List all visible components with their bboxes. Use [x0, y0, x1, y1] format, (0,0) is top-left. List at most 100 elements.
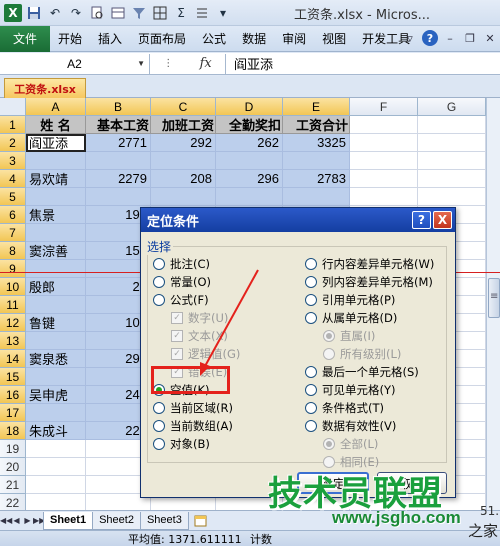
tab-file[interactable]: 文件 [0, 25, 50, 52]
cell-d4[interactable]: 296 [216, 170, 283, 188]
cell-a18[interactable]: 朱成斗 [26, 422, 86, 440]
option-constants[interactable]: 常量(O) [153, 274, 211, 290]
sheet-tab-2[interactable]: Sheet2 [92, 511, 141, 530]
radio-icon[interactable] [305, 312, 317, 324]
cell-g4[interactable] [418, 170, 486, 188]
radio-selected-icon[interactable] [323, 438, 335, 450]
option-comments[interactable]: 批注(C) [153, 256, 210, 272]
row-header-20[interactable]: 20 [0, 458, 26, 476]
cell-a12[interactable]: 鲁键 [26, 314, 86, 332]
option-validation-same[interactable]: 相同(E) [323, 454, 379, 470]
row-header-6[interactable]: 6 [0, 206, 26, 224]
column-header-b[interactable]: B [86, 98, 151, 116]
cell-a5[interactable] [26, 188, 86, 206]
row-header-8[interactable]: 8 [0, 242, 26, 260]
cell-b1[interactable]: 基本工资 [86, 116, 151, 134]
next-sheet-icon[interactable]: ▶ [22, 516, 33, 525]
cell-a14[interactable]: 窦泉悉 [26, 350, 86, 368]
radio-icon[interactable] [305, 384, 317, 396]
row-header-3[interactable]: 3 [0, 152, 26, 170]
cell-d2[interactable]: 262 [216, 134, 283, 152]
row-header-2[interactable]: 2 [0, 134, 26, 152]
minimize-icon[interactable]: – [442, 30, 458, 46]
excel-logo-icon[interactable]: X [4, 3, 22, 22]
tab-view[interactable]: 视图 [314, 26, 354, 52]
option-objects[interactable]: 对象(B) [153, 436, 210, 452]
cell-d3[interactable] [216, 152, 283, 170]
cell-f4[interactable] [350, 170, 418, 188]
cell-a15[interactable] [26, 368, 86, 386]
cell-a9[interactable] [26, 260, 86, 278]
cell-c1[interactable]: 加班工资 [151, 116, 216, 134]
option-direct-only[interactable]: 直属(I) [323, 328, 375, 344]
cell-e4[interactable]: 2783 [283, 170, 350, 188]
scrollbar-thumb[interactable] [488, 278, 500, 318]
sheet-tab-3[interactable]: Sheet3 [139, 511, 189, 530]
row-header-14[interactable]: 14 [0, 350, 26, 368]
radio-icon[interactable] [305, 294, 317, 306]
restore-icon[interactable]: ❐ [462, 30, 478, 46]
option-column-differences[interactable]: 列内容差异单元格(M) [305, 274, 433, 290]
cell-f3[interactable] [350, 152, 418, 170]
filter-icon[interactable] [130, 4, 148, 22]
undo-icon[interactable]: ↶ [46, 4, 64, 22]
radio-icon[interactable] [153, 438, 165, 450]
border-icon[interactable] [151, 4, 169, 22]
cell-f2[interactable] [350, 134, 418, 152]
checkbox-checked-icon[interactable]: ✓ [171, 366, 183, 378]
cell-g1[interactable] [418, 116, 486, 134]
save-icon[interactable] [25, 4, 43, 22]
row-header-13[interactable]: 13 [0, 332, 26, 350]
insert-function-button[interactable]: fx [200, 56, 212, 71]
format-icon[interactable] [109, 4, 127, 22]
cell-a6[interactable]: 焦景 [26, 206, 86, 224]
option-text[interactable]: ✓ 文本(X) [171, 328, 228, 344]
cell-a20[interactable] [26, 458, 86, 476]
option-conditional-formats[interactable]: 条件格式(T) [305, 400, 384, 416]
option-blanks[interactable]: 空值(K) [153, 382, 210, 398]
cell-a3[interactable] [26, 152, 86, 170]
vertical-scrollbar[interactable] [486, 98, 500, 510]
radio-icon[interactable] [305, 420, 317, 432]
redo-icon[interactable]: ↷ [67, 4, 85, 22]
cell-e1[interactable]: 工资合计 [283, 116, 350, 134]
tab-home[interactable]: 开始 [50, 26, 90, 52]
radio-icon[interactable] [153, 276, 165, 288]
close-icon[interactable]: ✕ [482, 30, 498, 46]
name-box[interactable]: A2 ▼ [0, 53, 150, 74]
dialog-close-button[interactable]: X [433, 211, 452, 229]
radio-icon[interactable] [305, 366, 317, 378]
radio-icon[interactable] [323, 348, 335, 360]
checkbox-checked-icon[interactable]: ✓ [171, 330, 183, 342]
radio-selected-icon[interactable] [153, 384, 165, 396]
option-precedents[interactable]: 引用单元格(P) [305, 292, 395, 308]
cell-a1[interactable]: 姓 名 [26, 116, 86, 134]
more-icon[interactable]: ▾ [214, 4, 232, 22]
cell-e2[interactable]: 3325 [283, 134, 350, 152]
cell-b2[interactable]: 2771 [86, 134, 151, 152]
radio-icon[interactable] [153, 294, 165, 306]
option-row-differences[interactable]: 行内容差异单元格(W) [305, 256, 434, 272]
cell-a7[interactable] [26, 224, 86, 242]
cell-b5[interactable] [86, 188, 151, 206]
row-header-17[interactable]: 17 [0, 404, 26, 422]
row-header-7[interactable]: 7 [0, 224, 26, 242]
cell-d5[interactable] [216, 188, 283, 206]
cell-a16[interactable]: 吴申虎 [26, 386, 86, 404]
first-sheet-icon[interactable]: ◀◀ [0, 516, 12, 525]
tab-formulas[interactable]: 公式 [194, 26, 234, 52]
cell-c5[interactable] [151, 188, 216, 206]
cell-a21[interactable] [26, 476, 86, 494]
cell-b4[interactable]: 2279 [86, 170, 151, 188]
radio-icon[interactable] [153, 402, 165, 414]
cell-c3[interactable] [151, 152, 216, 170]
radio-selected-icon[interactable] [323, 330, 335, 342]
row-header-22[interactable]: 22 [0, 494, 26, 510]
option-validation-all[interactable]: 全部(L) [323, 436, 378, 452]
tab-insert[interactable]: 插入 [90, 26, 130, 52]
cell-c4[interactable]: 208 [151, 170, 216, 188]
tab-data[interactable]: 数据 [234, 26, 274, 52]
option-all-levels[interactable]: 所有级别(L) [323, 346, 401, 362]
row-header-1[interactable]: 1 [0, 116, 26, 134]
option-numbers[interactable]: ✓ 数字(U) [171, 310, 228, 326]
